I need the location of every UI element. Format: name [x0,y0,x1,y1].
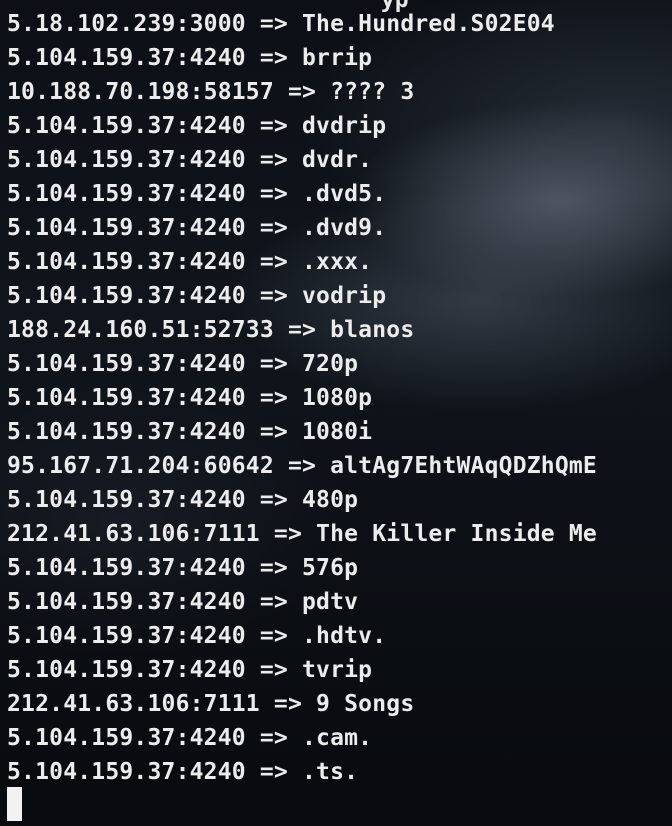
terminal-line: 5.18.102.239:3000 => The.Hundred.S02E04 [7,11,555,37]
terminal-line: 212.41.63.106:7111 => 9 Songs [7,691,415,717]
terminal-line: 5.104.159.37:4240 => pdtv [7,589,359,615]
terminal-line: 5.104.159.37:4240 => .dvd9. [7,215,387,241]
terminal-line: 5.104.159.37:4240 => .dvd5. [7,181,387,207]
terminal-window[interactable]: yp 5.18.102.239:3000 => The.Hundred.S02E… [0,0,672,826]
terminal-line: 188.24.160.51:52733 => blanos [7,317,415,343]
terminal-line: 5.104.159.37:4240 => dvdrip [7,113,387,139]
terminal-line: 5.104.159.37:4240 => .hdtv. [7,623,387,649]
terminal-line: 5.104.159.37:4240 => 1080i [7,419,373,445]
terminal-line: 5.104.159.37:4240 => .xxx. [7,249,373,275]
terminal-line: 5.104.159.37:4240 => 720p [7,351,359,377]
terminal-line: 5.104.159.37:4240 => .cam. [7,725,373,751]
terminal-line: 5.104.159.37:4240 => vodrip [7,283,387,309]
terminal-line: 212.41.63.106:7111 => The Killer Inside … [7,521,597,547]
terminal-line: 5.104.159.37:4240 => 480p [7,487,359,513]
terminal-cursor [7,787,22,821]
terminal-line: 10.188.70.198:58157 => ???? 3 [7,79,415,105]
terminal-line: 95.167.71.204:60642 => altAg7EhtWAqQDZhQ… [7,453,597,479]
terminal-line: 5.104.159.37:4240 => 576p [7,555,359,581]
terminal-line: 5.104.159.37:4240 => 1080p [7,385,373,411]
terminal-line: 5.104.159.37:4240 => brrip [7,45,373,71]
terminal-line: 5.104.159.37:4240 => tvrip [7,657,373,683]
terminal-output: 5.18.102.239:3000 => The.Hundred.S02E04 … [7,7,597,789]
terminal-line: 5.104.159.37:4240 => .ts. [7,759,359,785]
terminal-line: 5.104.159.37:4240 => dvdr. [7,147,373,173]
